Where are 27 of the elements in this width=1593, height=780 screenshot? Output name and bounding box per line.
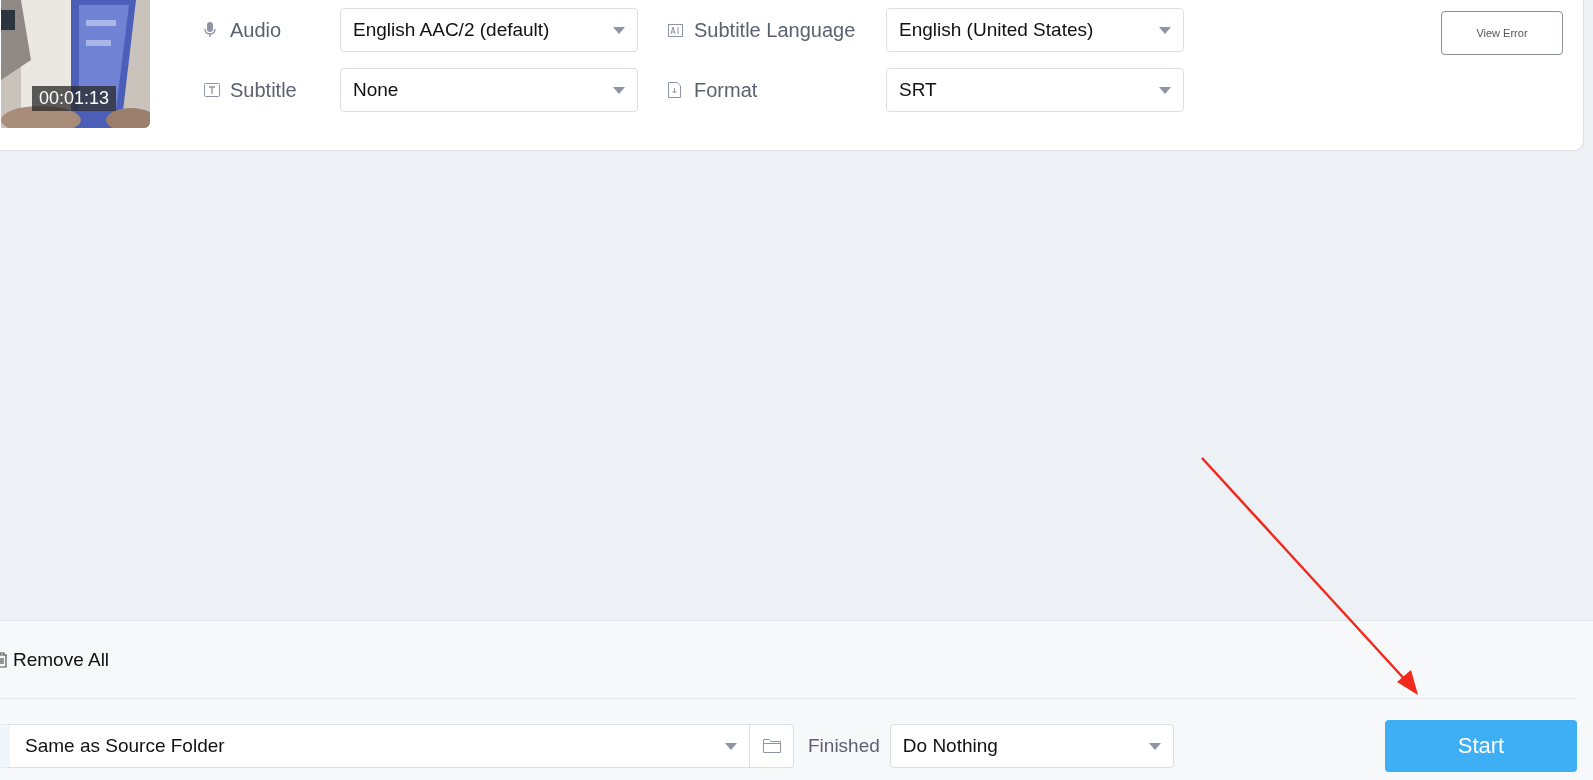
caret-icon <box>725 742 737 750</box>
dropdown[interactable]: SRT <box>886 68 1184 112</box>
remove-all-button[interactable]: Remove All <box>0 648 110 671</box>
caret-icon <box>613 26 625 34</box>
file-download-icon <box>668 82 681 98</box>
output-folder-dropdown[interactable]: Same as Source Folder <box>0 724 750 768</box>
view-error-button[interactable]: View Error <box>1441 11 1563 55</box>
caret-icon <box>1159 26 1171 34</box>
caret-icon <box>1148 742 1161 750</box>
duration-badge: 00:01:13 <box>32 86 117 111</box>
dropdown[interactable]: None <box>340 68 638 112</box>
finished-dropdown[interactable]: Do Nothing <box>889 724 1174 768</box>
field-label: Audio <box>230 18 283 42</box>
trash-icon <box>0 651 7 668</box>
microphone-icon <box>204 22 216 38</box>
field-label: Subtitle Language <box>694 18 857 42</box>
ai-icon <box>668 23 683 37</box>
dropdown[interactable]: English (United States) <box>886 8 1184 52</box>
dropdown[interactable]: English AAC/2 (default) <box>340 8 638 52</box>
caret-icon <box>613 86 625 94</box>
field-label: Subtitle <box>230 78 298 102</box>
folder-icon <box>762 739 781 753</box>
caret-icon <box>1159 86 1171 94</box>
finished-label: Finished <box>808 735 880 757</box>
browse-folder-button[interactable] <box>750 724 794 768</box>
text-icon <box>204 83 220 97</box>
field-label: Format <box>694 78 759 102</box>
